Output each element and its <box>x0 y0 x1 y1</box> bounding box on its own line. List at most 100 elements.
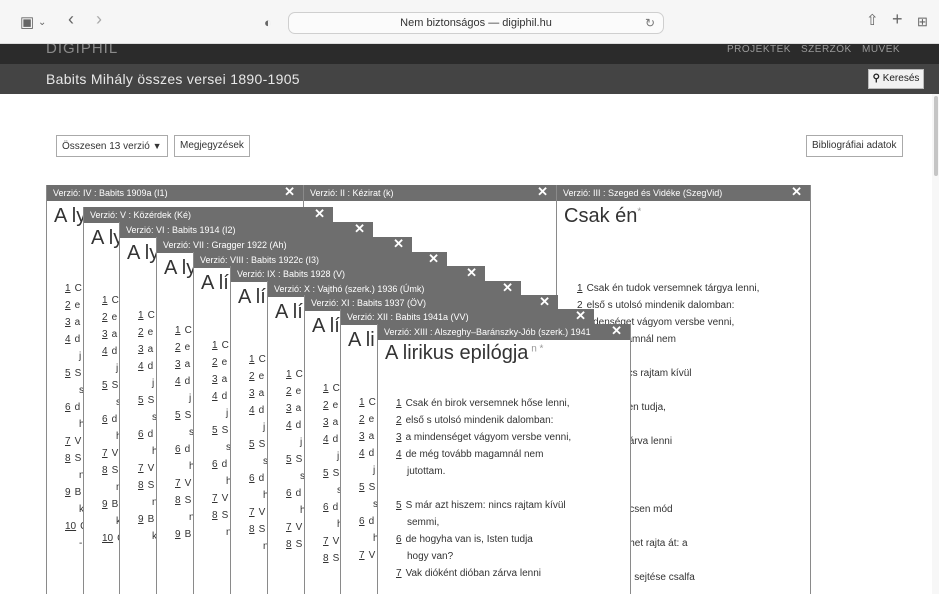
sidebar-icon[interactable]: ▣ <box>20 15 34 30</box>
line-number[interactable]: 7 <box>323 536 329 547</box>
line-number[interactable]: 2 <box>396 415 402 426</box>
line-number[interactable]: 8 <box>175 495 181 506</box>
line-number[interactable]: 5 <box>396 500 402 511</box>
line-number[interactable]: 5 <box>286 454 292 465</box>
line-number[interactable]: 5 <box>102 380 108 391</box>
line-number[interactable]: 4 <box>286 420 292 431</box>
close-icon[interactable]: ✕ <box>393 237 404 252</box>
version-panel-header[interactable]: Verzió: V : Közérdek (Ké) ✕ <box>84 207 333 223</box>
version-panel-header[interactable]: Verzió: XIII : Alszeghy–Baránszky-Jób (s… <box>378 324 630 340</box>
nav-muvek[interactable]: MŰVEK <box>862 44 900 55</box>
close-icon[interactable]: ✕ <box>428 252 439 267</box>
line-number[interactable]: 5 <box>212 425 218 436</box>
line-number[interactable]: 6 <box>359 516 365 527</box>
line-number[interactable]: 2 <box>138 327 144 338</box>
line-number[interactable]: 2 <box>286 386 292 397</box>
line-number[interactable]: 4 <box>175 376 181 387</box>
line-number[interactable]: 6 <box>138 429 144 440</box>
line-number[interactable]: 8 <box>102 465 108 476</box>
line-number[interactable]: 1 <box>212 340 218 351</box>
line-number[interactable]: 3 <box>249 388 255 399</box>
line-number[interactable]: 4 <box>212 391 218 402</box>
close-icon[interactable]: ✕ <box>611 324 622 339</box>
version-panel-header[interactable]: Verzió: VII : Gragger 1922 (Ah) ✕ <box>157 237 412 253</box>
line-number[interactable]: 8 <box>65 453 71 464</box>
line-number[interactable]: 1 <box>249 354 255 365</box>
line-number[interactable]: 4 <box>65 334 71 345</box>
line-number[interactable]: 6 <box>286 488 292 499</box>
line-number[interactable]: 7 <box>138 463 144 474</box>
version-panel-header[interactable]: Verzió: VI : Babits 1914 (I2) ✕ <box>120 222 373 238</box>
line-number[interactable]: 7 <box>175 478 181 489</box>
line-number[interactable]: 1 <box>138 310 144 321</box>
reload-icon[interactable]: ↻ <box>645 13 655 33</box>
line-number[interactable]: 1 <box>577 283 583 294</box>
line-number[interactable]: 9 <box>138 514 144 525</box>
line-number[interactable]: 1 <box>323 383 329 394</box>
note-marker[interactable]: * <box>637 206 641 217</box>
line-number[interactable]: 1 <box>359 397 365 408</box>
line-number[interactable]: 1 <box>65 283 71 294</box>
line-number[interactable]: 4 <box>359 448 365 459</box>
line-number[interactable]: 4 <box>323 434 329 445</box>
line-number[interactable]: 6 <box>212 459 218 470</box>
line-number[interactable]: 5 <box>65 368 71 379</box>
version-panel-header[interactable]: Verzió: III : Szeged és Vidéke (SzegVid)… <box>557 185 810 201</box>
note-marker[interactable]: n * <box>528 343 543 354</box>
version-panel-header[interactable]: Verzió: II : Kézirat (k) ✕ <box>304 185 556 201</box>
line-number[interactable]: 6 <box>102 414 108 425</box>
bibliography-button[interactable]: Bibliográfiai adatok <box>806 135 903 157</box>
back-icon[interactable]: ‹ <box>68 10 74 28</box>
line-number[interactable]: 2 <box>323 400 329 411</box>
close-icon[interactable]: ✕ <box>354 222 365 237</box>
line-number[interactable]: 2 <box>65 300 71 311</box>
shield-icon[interactable]: ◐ <box>264 15 272 30</box>
line-number[interactable]: 3 <box>396 432 402 443</box>
line-number[interactable]: 7 <box>286 522 292 533</box>
line-number[interactable]: 2 <box>175 342 181 353</box>
line-number[interactable]: 6 <box>249 473 255 484</box>
line-number[interactable]: 3 <box>175 359 181 370</box>
line-number[interactable]: 3 <box>323 417 329 428</box>
line-number[interactable]: 10 <box>102 533 113 544</box>
line-number[interactable]: 2 <box>102 312 108 323</box>
line-number[interactable]: 3 <box>138 344 144 355</box>
close-icon[interactable]: ✕ <box>575 309 586 324</box>
version-panel-header[interactable]: Verzió: XII : Babits 1941a (VV) ✕ <box>341 309 594 325</box>
line-number[interactable]: 8 <box>138 480 144 491</box>
close-icon[interactable]: ✕ <box>466 266 477 281</box>
versions-dropdown[interactable]: Összesen 13 verzió ▼ <box>56 135 168 157</box>
close-icon[interactable]: ✕ <box>314 207 325 222</box>
line-number[interactable]: 8 <box>249 524 255 535</box>
close-icon[interactable]: ✕ <box>791 185 802 200</box>
line-number[interactable]: 6 <box>175 444 181 455</box>
close-icon[interactable]: ✕ <box>537 185 548 200</box>
line-number[interactable]: 6 <box>396 534 402 545</box>
line-number[interactable]: 5 <box>359 482 365 493</box>
line-number[interactable]: 5 <box>175 410 181 421</box>
line-number[interactable]: 1 <box>102 295 108 306</box>
close-icon[interactable]: ✕ <box>539 295 550 310</box>
line-number[interactable]: 3 <box>65 317 71 328</box>
line-number[interactable]: 3 <box>212 374 218 385</box>
search-button[interactable]: ⚲ Keresés <box>868 69 924 89</box>
line-number[interactable]: 2 <box>212 357 218 368</box>
line-number[interactable]: 4 <box>396 449 402 460</box>
line-number[interactable]: 4 <box>138 361 144 372</box>
line-number[interactable]: 4 <box>249 405 255 416</box>
line-number[interactable]: 7 <box>396 568 402 579</box>
line-number[interactable]: 5 <box>249 439 255 450</box>
line-number[interactable]: 6 <box>65 402 71 413</box>
version-panel-header[interactable]: Verzió: IV : Babits 1909a (I1) ✕ <box>47 185 303 201</box>
line-number[interactable]: 5 <box>138 395 144 406</box>
line-number[interactable]: 7 <box>249 507 255 518</box>
line-number[interactable]: 8 <box>212 510 218 521</box>
line-number[interactable]: 7 <box>359 550 365 561</box>
line-number[interactable]: 7 <box>65 436 71 447</box>
page-scrollbar-thumb[interactable] <box>934 96 938 176</box>
chevron-down-icon[interactable]: ⌄ <box>38 15 46 30</box>
tab-overview-icon[interactable]: ⊞ <box>917 14 928 29</box>
close-icon[interactable]: ✕ <box>502 281 513 296</box>
forward-icon[interactable]: › <box>96 10 102 28</box>
close-icon[interactable]: ✕ <box>284 185 295 200</box>
